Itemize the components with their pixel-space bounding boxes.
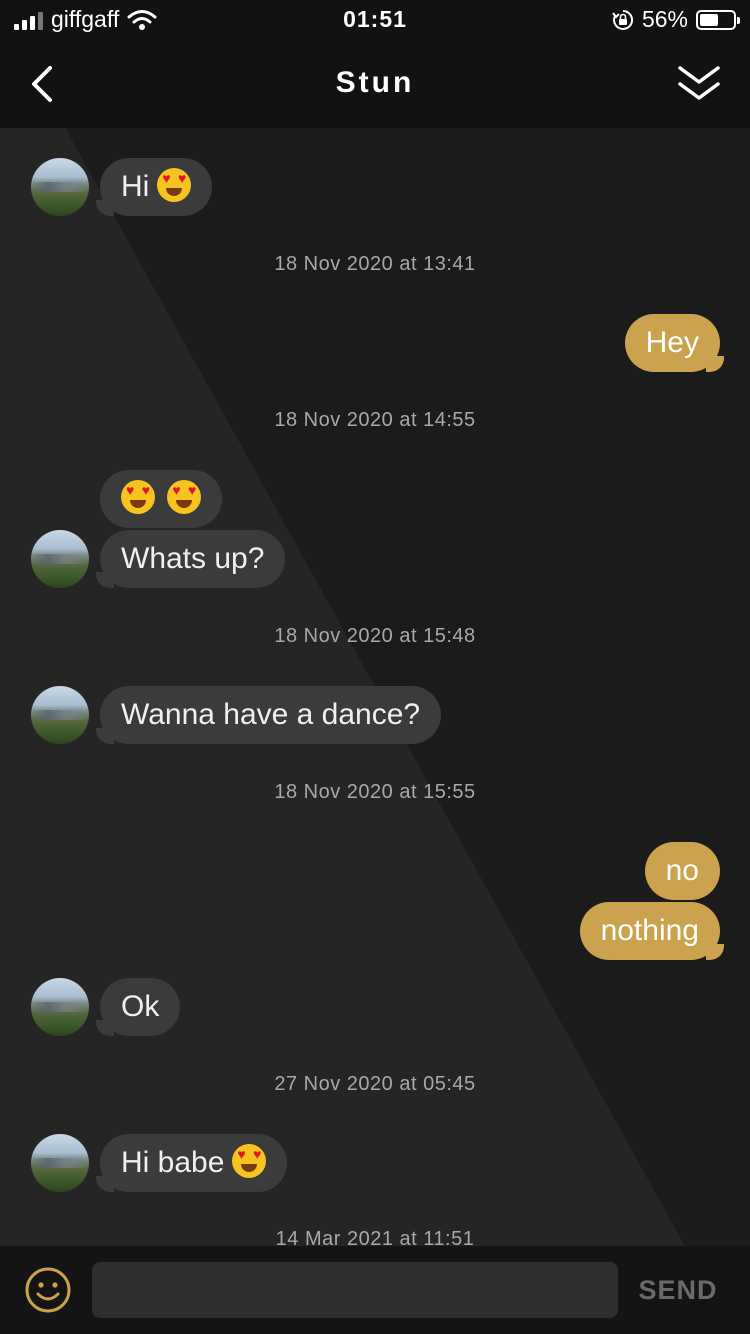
orientation-lock-icon — [612, 9, 633, 30]
contact-avatar[interactable] — [31, 1134, 89, 1192]
incoming-message[interactable]: Hi babe — [95, 1134, 288, 1192]
message-timestamp: 18 Nov 2020 at 15:48 — [274, 625, 476, 647]
message-text: no — [665, 854, 699, 887]
message-text: Hi babe — [121, 1146, 225, 1179]
incoming-message[interactable]: Wanna have a dance? — [95, 686, 442, 744]
send-button[interactable]: SEND — [630, 1262, 726, 1318]
outgoing-message[interactable]: Hey — [624, 314, 725, 372]
smiley-icon[interactable] — [24, 1266, 72, 1314]
message-timestamp: 18 Nov 2020 at 13:41 — [274, 253, 476, 275]
message-text: Ok — [121, 990, 160, 1023]
message-text: nothing — [600, 914, 699, 947]
contact-avatar[interactable] — [31, 686, 89, 744]
contact-avatar[interactable] — [31, 158, 89, 216]
incoming-message[interactable] — [100, 470, 223, 528]
message-timestamp: 27 Nov 2020 at 05:45 — [274, 1073, 476, 1095]
incoming-message[interactable]: Hi — [95, 158, 213, 216]
incoming-message[interactable]: Ok — [95, 978, 181, 1036]
heart-eyes-emoji-icon — [232, 1144, 267, 1178]
contact-avatar[interactable] — [31, 530, 89, 588]
chat-header: Stun — [0, 40, 750, 128]
battery-percent: 56% — [641, 6, 688, 32]
message-text: Hey — [645, 326, 699, 359]
heart-eyes-emoji-icon — [167, 480, 202, 514]
contact-avatar[interactable] — [31, 978, 89, 1036]
message-timestamp: 14 Mar 2021 at 11:51 — [275, 1228, 475, 1246]
status-bar: giffgaff 01:51 56% — [0, 0, 750, 40]
message-text: Whats up? — [121, 542, 265, 575]
message-text: Wanna have a dance? — [121, 698, 421, 731]
heart-eyes-emoji-icon — [157, 168, 192, 202]
message-timestamp: 18 Nov 2020 at 14:55 — [274, 409, 476, 431]
message-input[interactable] — [92, 1262, 618, 1318]
chat-title: Stun — [335, 66, 415, 99]
composer-bar: SEND — [0, 1246, 750, 1334]
message-timestamp: 18 Nov 2020 at 15:55 — [274, 781, 476, 803]
outgoing-message[interactable]: no — [644, 842, 720, 900]
battery-icon — [696, 9, 740, 30]
status-right: 56% — [612, 6, 740, 33]
heart-eyes-emoji-icon — [121, 480, 155, 514]
message-text: Hi — [121, 170, 150, 203]
message-list[interactable]: Hi 18 Nov 2020 at 13:41 Hey 18 Nov 2020 … — [0, 128, 750, 1246]
incoming-message[interactable]: Whats up? — [95, 530, 286, 588]
double-chevron-down-icon[interactable] — [676, 62, 722, 106]
outgoing-message[interactable]: nothing — [579, 902, 725, 960]
